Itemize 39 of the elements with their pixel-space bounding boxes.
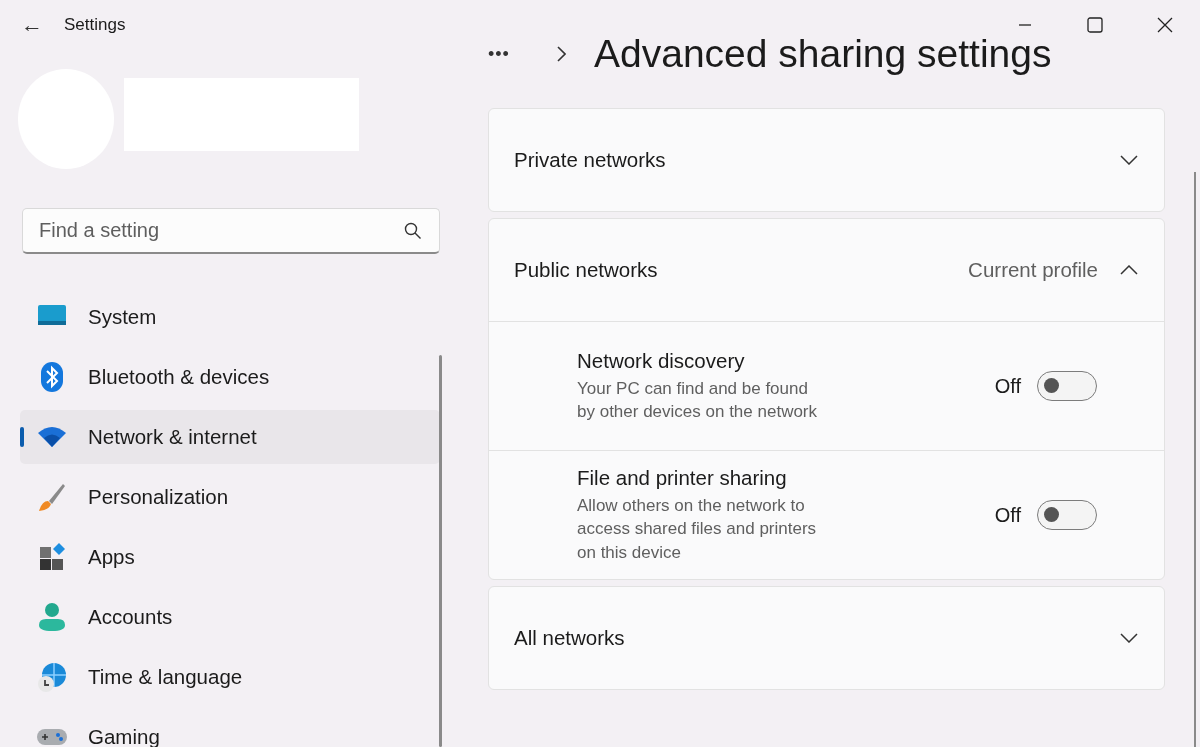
window-title: Settings bbox=[64, 15, 126, 35]
chevron-up-icon bbox=[1120, 265, 1138, 275]
section-title: All networks bbox=[514, 626, 626, 650]
globe-clock-icon bbox=[36, 661, 68, 693]
scrollbar[interactable] bbox=[1194, 172, 1196, 747]
section-title: Private networks bbox=[514, 148, 667, 172]
toggle-state-label: Off bbox=[994, 503, 1021, 527]
nav-item[interactable]: Network & internet bbox=[20, 410, 440, 464]
search-field[interactable]: Find a setting bbox=[22, 208, 440, 254]
section-header[interactable]: Private networks bbox=[489, 109, 1164, 211]
section-header[interactable]: Public networks Current profile bbox=[489, 219, 1164, 321]
person-icon bbox=[36, 601, 68, 633]
chevron-down-icon bbox=[1120, 633, 1138, 643]
nav-item[interactable]: System bbox=[20, 290, 440, 344]
toggle-switch[interactable] bbox=[1037, 371, 1097, 401]
chevron-down-icon bbox=[1120, 155, 1138, 165]
nav-item[interactable]: Apps bbox=[20, 530, 440, 584]
toggle-state-label: Off bbox=[994, 374, 1021, 398]
nav-item[interactable]: Time & language bbox=[20, 650, 440, 704]
maximize-icon bbox=[1087, 17, 1103, 33]
setting-title: Network discovery bbox=[577, 348, 746, 373]
section-title: Public networks bbox=[514, 258, 659, 282]
toggle-switch[interactable] bbox=[1037, 500, 1097, 530]
chevron-right-icon bbox=[556, 46, 566, 62]
setting-description: Allow others on the network to access shared files and printers on this device bbox=[577, 494, 818, 564]
scrollbar[interactable] bbox=[439, 355, 442, 747]
page-title: Advanced sharing settings bbox=[594, 32, 1052, 76]
back-button[interactable]: ← bbox=[0, 12, 64, 38]
section-header[interactable]: All networks bbox=[489, 587, 1164, 689]
close-icon bbox=[1157, 17, 1173, 33]
profile-label: Current profile bbox=[968, 258, 1098, 282]
setting-title: File and printer sharing bbox=[577, 465, 788, 490]
nav-item[interactable]: Accounts bbox=[20, 590, 440, 644]
nav-item[interactable]: Bluetooth & devices bbox=[20, 350, 440, 404]
nav-item[interactable]: Personalization bbox=[20, 470, 440, 524]
search-icon bbox=[404, 222, 422, 240]
paintbrush-icon bbox=[36, 481, 68, 513]
breadcrumb-ellipsis[interactable]: ••• bbox=[488, 43, 548, 65]
setting-description: Your PC can find and be found by other devices on the network bbox=[577, 377, 819, 423]
